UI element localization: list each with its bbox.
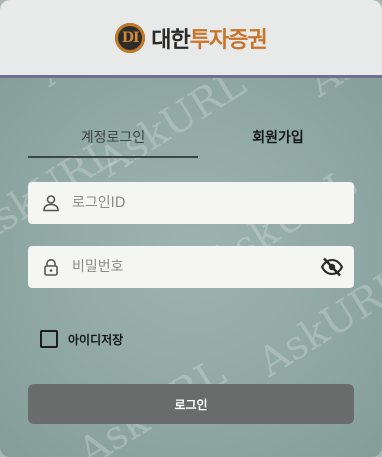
- remember-id-label[interactable]: 아이디저장: [68, 331, 123, 348]
- login-id-input[interactable]: [70, 187, 314, 219]
- login-button[interactable]: 로그인: [28, 384, 354, 424]
- brand-logo: DI 대한투자증권: [115, 22, 268, 54]
- header-bar: DI 대한투자증권: [0, 0, 382, 78]
- tab-signup[interactable]: 회원가입: [218, 118, 338, 156]
- remember-id-checkbox[interactable]: [40, 330, 58, 348]
- tab-account-login[interactable]: 계정로그인: [28, 118, 198, 158]
- login-id-field: [28, 182, 354, 224]
- login-card: AskURL AskURL AskURL AskURL AskURL AskUR…: [0, 0, 382, 457]
- user-icon: [42, 194, 60, 212]
- password-input[interactable]: [70, 251, 314, 283]
- lock-icon: [42, 258, 60, 276]
- brand-name-part1: 대한: [151, 27, 190, 53]
- login-tabs: 계정로그인 회원가입: [28, 118, 354, 158]
- remember-id-option: 아이디저장: [40, 330, 123, 348]
- logo-mark-text: DI: [121, 29, 140, 46]
- password-field: [28, 246, 354, 288]
- eye-slash-icon[interactable]: [320, 256, 344, 278]
- brand-name: 대한투자증권: [151, 22, 268, 54]
- logo-emblem-icon: DI: [115, 22, 146, 53]
- brand-name-part2: 투자증권: [189, 27, 268, 53]
